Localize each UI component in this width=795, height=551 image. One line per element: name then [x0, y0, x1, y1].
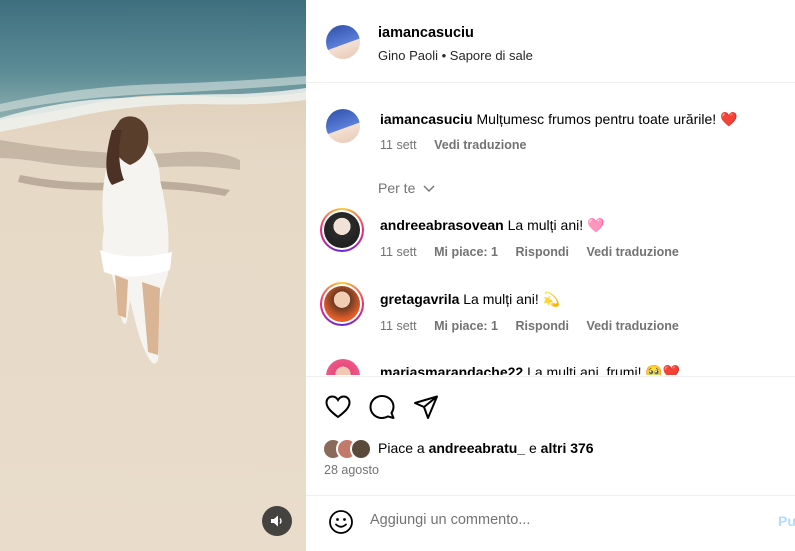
post-video[interactable]	[0, 0, 306, 551]
post-comment-button[interactable]: Pu	[778, 513, 795, 529]
author-username[interactable]: iamancasuciu	[378, 25, 474, 41]
audio-title: Sapore di sale	[449, 48, 533, 63]
caption-time[interactable]: 11 sett	[380, 138, 417, 152]
comment-text: La mulți ani, frumi! 🥹❤️	[527, 364, 681, 375]
comment-avatar[interactable]	[320, 208, 364, 252]
translate-link[interactable]: Vedi traduzione	[586, 319, 678, 333]
per-te-label: Per te	[378, 180, 416, 196]
comment-body: gretagavrila La mulți ani! 💫	[380, 291, 560, 308]
per-te-filter[interactable]: Per te	[378, 180, 435, 196]
author-avatar[interactable]	[326, 25, 360, 59]
heart-outline-icon[interactable]	[324, 393, 352, 421]
reply-button[interactable]: Rispondi	[516, 319, 569, 333]
beach-scene	[0, 0, 306, 551]
comment-username[interactable]: andreeabrasovean	[380, 217, 504, 233]
post-header: iamancasuciu Gino Paoli • Sapore di sale	[306, 0, 795, 83]
comment-bubble-icon[interactable]	[368, 393, 396, 421]
caption-text: Mulțumesc frumos pentru toate urările! ❤…	[476, 111, 738, 127]
comment-time[interactable]: 11 sett	[380, 245, 417, 259]
comment-body: mariasmarandache22 La mulți ani, frumi! …	[380, 364, 680, 375]
likes-user[interactable]: andreeabratu_	[429, 440, 525, 456]
comment-username[interactable]: mariasmarandache22	[380, 364, 523, 375]
caption-meta: 11 sett Vedi traduzione	[380, 138, 540, 152]
comments-list[interactable]: iamancasuciu Mulțumesc frumos pentru toa…	[306, 83, 795, 375]
comment-username[interactable]: gretagavrila	[380, 291, 459, 307]
caption: iamancasuciu Mulțumesc frumos pentru toa…	[380, 111, 737, 128]
translate-link[interactable]: Vedi traduzione	[586, 245, 678, 259]
comment-input[interactable]	[368, 511, 752, 529]
comment-meta: 11 sett Mi piace: 1 Rispondi Vedi traduz…	[380, 319, 693, 333]
post-actions: Piace a andreeabratu_ e altri 376 28 ago…	[306, 376, 795, 496]
likes-summary[interactable]: Piace a andreeabratu_ e altri 376	[378, 440, 594, 456]
comment-time[interactable]: 11 sett	[380, 319, 417, 333]
comment-text: La mulți ani! 💫	[463, 291, 561, 307]
comment-meta: 11 sett Mi piace: 1 Rispondi Vedi traduz…	[380, 245, 693, 259]
add-comment-bar: Pu	[306, 495, 795, 551]
reply-button[interactable]: Rispondi	[516, 245, 569, 259]
chevron-down-icon	[423, 185, 435, 192]
caption-translate-link[interactable]: Vedi traduzione	[434, 138, 526, 152]
post-date[interactable]: 28 agosto	[324, 463, 379, 477]
caption-username[interactable]: iamancasuciu	[380, 111, 473, 127]
comment-avatar[interactable]	[326, 359, 360, 375]
likes-others[interactable]: altri 376	[541, 440, 594, 456]
comment-likes[interactable]: Mi piace: 1	[434, 319, 498, 333]
smiley-icon[interactable]	[328, 509, 354, 535]
comment-avatar[interactable]	[320, 282, 364, 326]
liker-avatar[interactable]	[350, 438, 372, 460]
likes-middle: e	[528, 440, 537, 456]
likes-prefix: Piace a	[378, 440, 425, 456]
post-detail-panel: iamancasuciu Gino Paoli • Sapore di sale…	[306, 0, 795, 551]
speaker-icon	[271, 515, 282, 527]
volume-button[interactable]	[262, 506, 292, 536]
audio-info[interactable]: Gino Paoli • Sapore di sale	[378, 48, 533, 63]
comment-likes[interactable]: Mi piace: 1	[434, 245, 498, 259]
caption-avatar[interactable]	[326, 109, 360, 143]
comment-text: La mulți ani! 🩷	[507, 217, 605, 233]
comment-body: andreeabrasovean La mulți ani! 🩷	[380, 217, 604, 234]
paper-plane-icon[interactable]	[412, 393, 440, 421]
audio-separator: •	[441, 48, 447, 63]
audio-artist: Gino Paoli	[378, 48, 438, 63]
